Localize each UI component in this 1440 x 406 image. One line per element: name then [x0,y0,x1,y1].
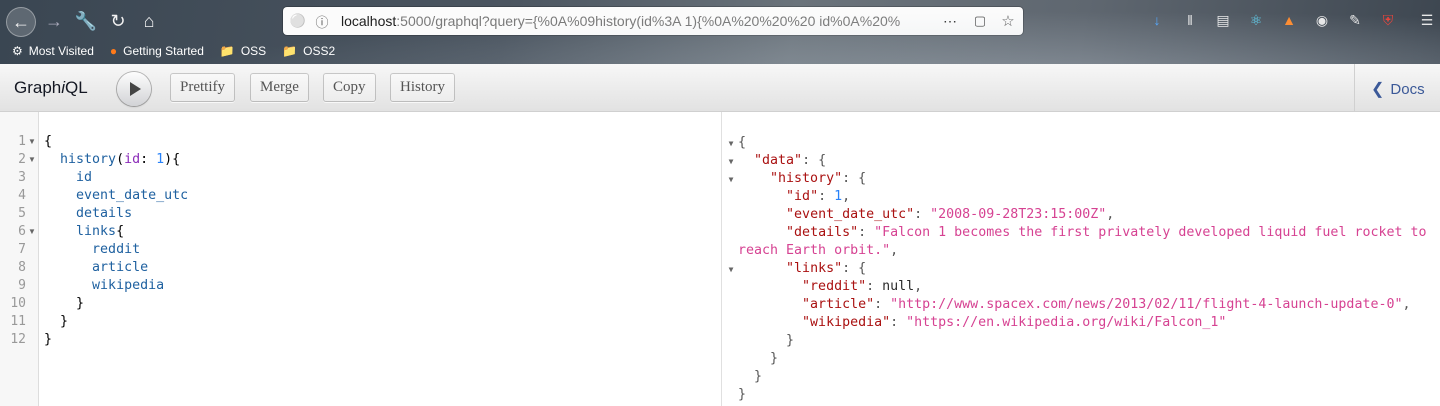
fold-arrow-icon[interactable]: ▼ [27,133,37,151]
folder-icon: 📁 [219,44,235,58]
line-number: 9 [18,278,26,293]
result-line: "details": "Falcon 1 becomes the first p… [786,225,1427,240]
line-number: 5 [18,206,26,221]
reload-button[interactable]: ↻ [104,7,132,35]
fold-arrow-icon[interactable]: ▼ [27,151,37,169]
history-button[interactable]: History [390,73,455,102]
result-line: } [786,333,795,348]
home-button[interactable]: ⌂ [135,7,163,35]
line-number: 1 [18,134,26,149]
result-line: "id": 1, [786,189,851,204]
merge-button[interactable]: Merge [250,73,309,102]
query-line[interactable]: article [44,259,148,277]
result-line: } [754,369,763,384]
query-editor[interactable]: 1 ▼{2 ▼ history(id: 1){3 id 4 event_date_ut… [0,112,722,406]
execute-query-button[interactable] [117,72,151,106]
result-line: } [770,351,779,366]
query-line[interactable]: } [44,313,68,331]
line-number: 6 [18,224,26,239]
result-line: "wikipedia": "https://en.wikipedia.org/w… [802,315,1227,330]
url-host: localhost [341,13,397,29]
query-line[interactable]: details [44,205,132,223]
bookmark-getting-started[interactable]: ● Getting Started [110,44,204,58]
query-line[interactable]: id [44,169,92,187]
fold-arrow-icon[interactable]: ▼ [726,153,736,171]
result-line: "data": { [754,153,827,168]
folder-icon: 📁 [282,44,298,58]
ublock-icon[interactable]: ⛨ [1377,9,1399,31]
reload-icon: ↻ [110,10,126,31]
menu-icon[interactable]: ☰ [1416,9,1438,31]
query-line[interactable]: reddit [44,241,140,259]
line-number: 3 [18,170,26,185]
browser-chrome: ← → 🔧 ↻ ⌂ ⚪ ⓘ localhost:5000/graphql?que… [0,0,1440,64]
query-line[interactable]: wikipedia [44,277,164,295]
result-line: "links": { [786,261,867,276]
result-line: reach Earth orbit.", [738,243,899,258]
chevron-left-icon: ❮ [1371,81,1385,98]
forward-button[interactable]: → [40,7,68,35]
star-icon[interactable]: ☆ [999,12,1017,30]
arrow-right-icon: → [45,10,63,31]
line-number: 12 [10,332,26,347]
line-number: 10 [10,296,26,311]
url-bar[interactable]: ⚪ ⓘ localhost:5000/graphql?query={%0A%09… [283,7,1023,35]
docs-button[interactable]: ❮ Docs [1371,79,1425,99]
fold-arrow-icon[interactable]: ▼ [726,135,736,153]
line-number: 2 [18,152,26,167]
firebase-icon[interactable]: ▲ [1278,9,1300,31]
result-line: "article": "http://www.spacex.com/news/2… [802,297,1411,312]
bookmark-folder-oss[interactable]: 📁 OSS [220,44,266,58]
line-number: 7 [18,242,26,257]
toolbar-icons: ↓ ‖ ▤ ⚛ ▲ ◉ ✎ ⛨ ☰ [1146,9,1440,31]
prettify-button[interactable]: Prettify [170,73,235,102]
home-icon: ⌂ [143,10,155,31]
result-line: "history": { [770,171,867,186]
graphiql-toolbar: GraphiQL Prettify Merge Copy History [0,64,1440,112]
fold-arrow-icon[interactable]: ▼ [27,223,37,241]
bookmark-most-visited[interactable]: ⚙ Most Visited [12,44,94,58]
url-path: :5000/graphql?query={%0A%09history(id%3A… [396,13,901,29]
copy-button[interactable]: Copy [323,73,376,102]
query-line[interactable]: event_date_utc [44,187,188,205]
result-line: { [738,135,747,150]
shield-icon: ⚪ [289,13,307,28]
arrow-left-icon: ← [12,11,30,32]
line-number: 8 [18,260,26,275]
line-number: 11 [10,314,26,329]
extension-icon[interactable]: ◉ [1311,9,1333,31]
pocket-icon[interactable]: ▢ [971,12,989,30]
query-line[interactable]: { [44,133,52,151]
fold-arrow-icon[interactable]: ▼ [726,261,736,279]
bookmark-folder-oss2[interactable]: 📁 OSS2 [282,44,335,58]
react-devtools-icon[interactable]: ⚛ [1245,9,1267,31]
graphiql-title: GraphiQL [14,78,88,97]
gear-icon: ⚙ [12,44,23,58]
play-icon [130,82,141,96]
download-icon[interactable]: ↓ [1146,9,1168,31]
eyedropper-icon[interactable]: ✎ [1344,9,1366,31]
query-line[interactable]: history(id: 1){ [44,151,180,169]
result-line: "event_date_utc": "2008-09-28T23:15:00Z"… [786,207,1115,222]
library-icon[interactable]: ‖ [1179,9,1201,31]
fold-arrow-icon[interactable]: ▼ [726,171,736,189]
line-number: 4 [18,188,26,203]
customize-button[interactable]: 🔧 [72,7,100,35]
page-actions-icon[interactable]: ⋯ [941,12,959,30]
result-line: "reddit": null, [802,279,923,294]
result-line: } [738,387,747,402]
query-line[interactable]: links{ [44,223,124,241]
docs-area: ❮ Docs [1354,64,1440,111]
bookmarks-bar: ⚙ Most Visited ● Getting Started 📁 OSS 📁 OSS… [0,40,339,62]
query-line[interactable]: } [44,331,52,349]
result-viewer: ▼ ▼ ▼ ▼ { "data": { "history": { "id": 1… [722,112,1440,406]
back-button[interactable]: ← [6,7,36,37]
url-text[interactable]: localhost:5000/graphql?query={%0A%09hist… [341,13,921,31]
query-line[interactable]: } [44,295,84,313]
wrench-icon: 🔧 [74,10,98,31]
firefox-icon: ● [109,44,118,58]
sidebar-icon[interactable]: ▤ [1212,9,1234,31]
info-icon: ⓘ [315,14,329,30]
